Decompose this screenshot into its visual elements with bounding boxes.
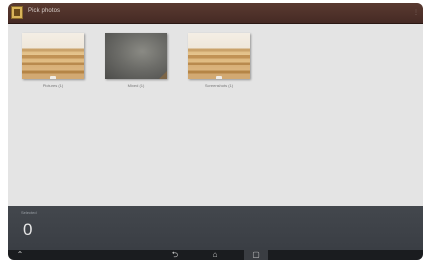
album-thumbnail[interactable]	[22, 33, 84, 79]
album-label: Pictures (1)	[42, 83, 64, 88]
album-thumbnail[interactable]	[188, 33, 250, 79]
album-thumbnail[interactable]	[105, 33, 167, 79]
camera-badge-icon	[50, 76, 56, 79]
camera-badge-icon	[216, 76, 222, 79]
album-item[interactable]: Pictures (1)	[22, 33, 84, 88]
curl-icon	[159, 71, 167, 79]
overflow-menu-icon[interactable]: ⋮	[413, 9, 419, 16]
system-navigation-bar: ⌃ ⮌ ⌂ ▢	[8, 250, 423, 260]
album-label: Screenshots (1)	[204, 83, 234, 88]
up-icon[interactable]: ⌃	[14, 250, 26, 260]
back-button[interactable]: ⮌	[168, 250, 182, 260]
home-button[interactable]: ⌂	[208, 250, 222, 260]
selection-count: 0	[23, 220, 33, 239]
album-item[interactable]: Mixed (1)	[105, 33, 167, 88]
action-bar-title: Pick photos	[28, 8, 61, 14]
album-item[interactable]: Screenshots (1)	[188, 33, 250, 88]
gallery-app-icon[interactable]	[11, 6, 23, 19]
selection-panel: Selected 0	[8, 206, 423, 250]
album-label: Mixed (1)	[127, 83, 145, 88]
selection-label: Selected	[21, 210, 37, 215]
recents-button[interactable]: ▢	[244, 250, 268, 260]
app-window: Pick photos ⋮ Pictures (1) Mixed (1) Scr…	[8, 3, 423, 260]
action-bar: Pick photos ⋮	[8, 3, 423, 24]
album-grid: Pictures (1) Mixed (1) Screenshots (1)	[8, 24, 423, 206]
